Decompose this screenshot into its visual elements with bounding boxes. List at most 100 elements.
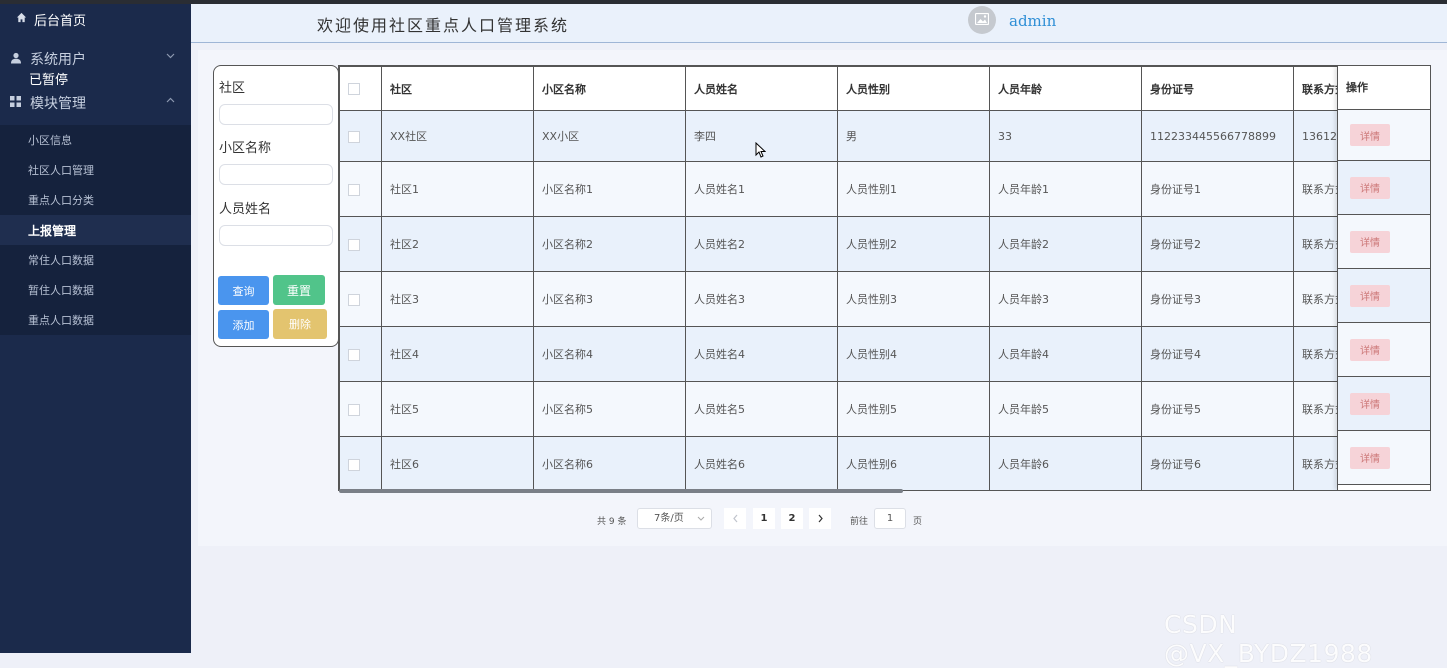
detail-button[interactable]: 详情 — [1350, 230, 1390, 253]
table-row[interactable]: 社区3 小区名称3 人员姓名3 人员性别3 人员年龄3 身份证号3 联系方式3 — [339, 271, 1405, 327]
row-select-cell[interactable] — [339, 110, 382, 162]
sidebar-item-report-management[interactable]: 上报管理 — [0, 215, 191, 245]
row-checkbox[interactable] — [348, 348, 360, 361]
row-select-cell[interactable] — [339, 216, 382, 272]
table-cell: 社区1 — [381, 161, 534, 217]
sidebar-item-key-population-data[interactable]: 重点人口数据 — [0, 305, 191, 335]
table-cell: 身份证号5 — [1141, 381, 1294, 437]
prev-page-button[interactable] — [724, 508, 746, 529]
operation-column: 操作 详情 详情 详情 详情 详情 详情 详情 — [1337, 66, 1430, 490]
sidebar: 后台首页 系统用户 已暂停 模块管理 小区信息 社区人口管理 重点人口分类 上报… — [0, 4, 191, 653]
column-header[interactable]: 社区 — [381, 66, 534, 111]
table-cell: 身份证号4 — [1141, 326, 1294, 382]
sidebar-home[interactable]: 后台首页 — [0, 4, 191, 34]
username[interactable]: admin — [1009, 12, 1056, 30]
column-header[interactable]: 小区名称 — [533, 66, 686, 111]
operation-header: 操作 — [1338, 66, 1430, 110]
column-header[interactable]: 身份证号 — [1141, 66, 1294, 111]
sidebar-group-module-management-label: 模块管理 — [30, 96, 86, 112]
table-cell: 人员性别6 — [837, 436, 990, 490]
page-button-2[interactable]: 2 — [781, 508, 803, 529]
row-checkbox[interactable] — [348, 238, 360, 251]
row-checkbox[interactable] — [348, 293, 360, 306]
column-header[interactable]: 人员姓名 — [685, 66, 838, 111]
table-cell: XX社区 — [381, 110, 534, 162]
table-cell: 社区5 — [381, 381, 534, 437]
row-checkbox[interactable] — [348, 458, 360, 471]
paused-label: 已暂停 — [29, 73, 69, 88]
detail-button[interactable]: 详情 — [1350, 284, 1390, 307]
operation-cell: 详情 — [1338, 110, 1430, 161]
select-all-checkbox[interactable] — [348, 83, 360, 95]
chevron-down-icon — [166, 52, 175, 62]
estate-name-input[interactable] — [219, 164, 333, 185]
detail-button[interactable]: 详情 — [1350, 124, 1390, 146]
sidebar-item-estate-info[interactable]: 小区信息 — [0, 125, 191, 155]
detail-button[interactable]: 详情 — [1350, 176, 1390, 199]
select-all-cell[interactable] — [339, 66, 382, 111]
operation-cell: 详情 — [1338, 377, 1430, 431]
row-select-cell[interactable] — [339, 436, 382, 490]
row-select-cell[interactable] — [339, 271, 382, 327]
table-row[interactable]: 社区6 小区名称6 人员姓名6 人员性别6 人员年龄6 身份证号6 联系方式6 — [339, 436, 1405, 490]
add-button[interactable]: 添加 — [218, 310, 269, 339]
row-select-cell[interactable] — [339, 326, 382, 382]
table-body: XX社区XX小区李四男33112233445566778899136123456… — [339, 110, 1405, 490]
table-cell: 人员年龄3 — [989, 271, 1142, 327]
chevron-up-icon — [166, 96, 175, 106]
query-button[interactable]: 查询 — [218, 276, 269, 305]
sidebar-item-key-population-category[interactable]: 重点人口分类 — [0, 185, 191, 215]
sidebar-submenu: 小区信息 社区人口管理 重点人口分类 上报管理 常住人口数据 暂住人口数据 重点… — [0, 125, 191, 335]
sidebar-item-community-population[interactable]: 社区人口管理 — [0, 155, 191, 185]
table-cell: 社区3 — [381, 271, 534, 327]
reset-button[interactable]: 重置 — [273, 275, 325, 305]
detail-button[interactable]: 详情 — [1350, 392, 1390, 415]
community-label: 社区 — [219, 81, 246, 96]
next-page-button[interactable] — [809, 508, 831, 529]
search-panel: 社区 小区名称 人员姓名 查询 重置 添加 删除 — [213, 65, 339, 347]
detail-button[interactable]: 详情 — [1350, 338, 1390, 361]
delete-button[interactable]: 删除 — [273, 309, 327, 339]
row-select-cell[interactable] — [339, 161, 382, 217]
sidebar-group-module-management[interactable]: 模块管理 — [0, 88, 191, 118]
community-input[interactable] — [219, 104, 333, 125]
table-row[interactable]: 社区4 小区名称4 人员姓名4 人员性别4 人员年龄4 身份证号4 联系方式4 — [339, 326, 1405, 382]
table-cell: 社区2 — [381, 216, 534, 272]
sidebar-home-label: 后台首页 — [34, 13, 87, 29]
detail-button[interactable]: 详情 — [1350, 446, 1390, 469]
table-cell: 身份证号3 — [1141, 271, 1294, 327]
column-header[interactable]: 人员性别 — [837, 66, 990, 111]
table-cell: 人员姓名5 — [685, 381, 838, 437]
column-header[interactable]: 人员年龄 — [989, 66, 1142, 111]
sidebar-item-resident-data[interactable]: 常住人口数据 — [0, 245, 191, 275]
avatar[interactable] — [968, 6, 996, 34]
row-checkbox[interactable] — [348, 183, 360, 196]
table-cell: 人员姓名2 — [685, 216, 838, 272]
table-cell: 人员性别1 — [837, 161, 990, 217]
table-row[interactable]: 社区1 小区名称1 人员姓名1 人员性别1 人员年龄1 身份证号1 联系方式1 — [339, 161, 1405, 217]
row-checkbox[interactable] — [348, 130, 360, 143]
chevron-right-icon — [818, 514, 823, 523]
goto-page-input[interactable]: 1 — [874, 508, 906, 529]
table-header-row: 社区 小区名称 人员姓名 人员性别 人员年龄 身份证号 联系方式 — [339, 66, 1405, 111]
table-cell: 人员年龄1 — [989, 161, 1142, 217]
horizontal-scrollbar[interactable] — [339, 489, 903, 493]
page-button-1[interactable]: 1 — [753, 508, 775, 529]
table-row[interactable]: 社区5 小区名称5 人员姓名5 人员性别5 人员年龄5 身份证号5 联系方式5 — [339, 381, 1405, 437]
table-cell: 小区名称6 — [533, 436, 686, 490]
page-size-value: 7条/页 — [654, 513, 684, 524]
sidebar-item-temporary-resident-data[interactable]: 暂住人口数据 — [0, 275, 191, 305]
page-size-select[interactable]: 7条/页 — [637, 508, 712, 529]
person-name-input[interactable] — [219, 225, 333, 246]
table-row[interactable]: XX社区XX小区李四男33112233445566778899136123456… — [339, 110, 1405, 162]
operation-cell: 详情 — [1338, 323, 1430, 377]
sidebar-group-system-users-label: 系统用户 — [30, 52, 86, 68]
user-icon — [10, 52, 24, 67]
table-cell: 男 — [837, 110, 990, 162]
page-unit-label: 页 — [913, 517, 923, 527]
row-select-cell[interactable] — [339, 381, 382, 437]
estate-name-label: 小区名称 — [219, 141, 272, 156]
table-row[interactable]: 社区2 小区名称2 人员姓名2 人员性别2 人员年龄2 身份证号2 联系方式2 — [339, 216, 1405, 272]
table-cell: 社区6 — [381, 436, 534, 490]
row-checkbox[interactable] — [348, 403, 360, 416]
